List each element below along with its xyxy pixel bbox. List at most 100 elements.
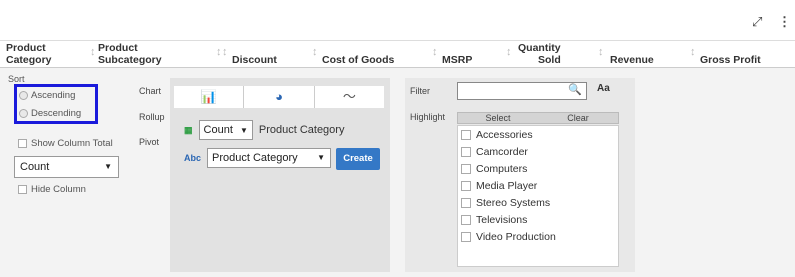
pie-chart-icon[interactable]: ◕	[244, 86, 315, 108]
aggregation-value: Count	[20, 161, 50, 173]
column-header-label: MSRP	[442, 54, 473, 66]
bar-chart-icon[interactable]: 📊	[174, 86, 245, 108]
measure-label: Product Category	[258, 124, 345, 136]
sort-arrows-icon[interactable]: ↕	[216, 47, 222, 58]
measure-select[interactable]: Count ▼	[198, 120, 253, 140]
descending-label: Descending	[31, 107, 82, 119]
match-case-icon[interactable]: Aa	[597, 83, 610, 94]
sort-arrows-icon[interactable]: ↕	[598, 47, 604, 58]
dimension-row: Abc Product Category ▼	[184, 148, 332, 168]
sort-ascending-option[interactable]: Ascending	[19, 88, 75, 102]
item-checkbox[interactable]	[461, 147, 471, 157]
chevron-down-icon: ▼	[317, 153, 326, 162]
ascending-label: Ascending	[31, 89, 76, 101]
column-header-revenue[interactable]: ↕ Revenue	[598, 41, 668, 69]
column-header-label: Discount	[232, 54, 277, 66]
dimension-value: Product Category	[212, 152, 298, 164]
column-header-label: Product	[6, 42, 46, 54]
filter-items-list: Accessories Camcorder Computers Media Pl…	[457, 125, 619, 267]
column-header-label: Subcategory	[98, 54, 162, 66]
item-checkbox[interactable]	[461, 198, 471, 208]
column-header-row: Product Category ↕ Product Subcategory ↕…	[0, 40, 795, 68]
item-label: Camcorder	[476, 146, 528, 158]
column-header-cost-of-goods[interactable]: ↕ Cost of Goods	[312, 41, 412, 69]
ascending-radio[interactable]	[19, 90, 28, 100]
column-header-label: Product	[98, 42, 138, 54]
sort-arrows-icon[interactable]: ↕	[690, 47, 696, 58]
sort-arrows-icon[interactable]: ↕	[222, 47, 228, 58]
hide-column-checkbox[interactable]	[18, 184, 27, 194]
show-column-total-checkbox[interactable]	[18, 138, 27, 148]
item-checkbox[interactable]	[461, 130, 471, 140]
descending-radio[interactable]	[19, 108, 28, 118]
column-options-panel	[0, 68, 795, 277]
list-item[interactable]: Camcorder	[461, 144, 528, 160]
show-column-total-label: Show Column Total	[31, 137, 113, 149]
show-column-total-option[interactable]: Show Column Total	[18, 136, 113, 150]
sort-arrows-icon[interactable]: ↕	[312, 47, 318, 58]
dimension-select[interactable]: Product Category ▼	[207, 148, 332, 168]
list-item[interactable]: Stereo Systems	[461, 195, 550, 211]
tab-pivot[interactable]: Pivot	[139, 137, 159, 147]
item-label: Televisions	[476, 214, 528, 226]
column-header-quantity-sold[interactable]: ↕ Quantity Sold	[506, 41, 576, 69]
line-chart-icon[interactable]: 〜	[315, 86, 384, 108]
clear-button[interactable]: Clear	[538, 113, 618, 123]
measure-value: Count	[203, 124, 233, 136]
tab-chart[interactable]: Chart	[139, 86, 161, 96]
column-header-gross-profit[interactable]: ↕ Gross Profit	[690, 41, 780, 69]
page: ⤢ ⋮ Product Category ↕ Product Subcatego…	[0, 0, 795, 277]
select-clear-bar: Select Clear	[457, 112, 619, 124]
column-header-label: Sold	[538, 54, 561, 66]
item-checkbox[interactable]	[461, 232, 471, 242]
sort-arrows-icon[interactable]: ↕	[90, 47, 96, 58]
aggregation-select[interactable]: Count ▼	[14, 156, 119, 178]
sort-descending-option[interactable]: Descending	[19, 106, 81, 120]
chart-config-panel: 📊 ◕ 〜 ▦ Count ▼ Product Category Abc Pro…	[170, 78, 390, 272]
measure-icon: ▦	[184, 124, 193, 135]
item-label: Computers	[476, 163, 528, 175]
column-header-discount[interactable]: ↕ Discount	[222, 41, 302, 69]
highlight-label: Highlight	[410, 112, 446, 122]
item-checkbox[interactable]	[461, 181, 471, 191]
item-label: Stereo Systems	[476, 197, 551, 209]
chevron-down-icon: ▼	[104, 162, 112, 171]
text-field-icon: Abc	[184, 153, 202, 163]
sort-options-highlight: Ascending Descending	[14, 84, 98, 124]
column-header-label: Revenue	[610, 54, 654, 66]
list-item[interactable]: Televisions	[461, 212, 527, 228]
sort-title: Sort	[8, 74, 25, 84]
sort-arrows-icon[interactable]: ↕	[432, 47, 438, 58]
search-icon[interactable]: 🔍	[568, 83, 582, 96]
more-vertical-icon[interactable]: ⋮	[778, 14, 791, 30]
column-header-label: Cost of Goods	[322, 54, 395, 66]
column-header-label: Category	[6, 54, 52, 66]
tab-rollup[interactable]: Rollup	[139, 112, 165, 122]
select-all-button[interactable]: Select	[458, 113, 538, 123]
column-header-msrp[interactable]: ↕ MSRP	[432, 41, 492, 69]
create-button[interactable]: Create	[336, 148, 380, 170]
item-checkbox[interactable]	[461, 164, 471, 174]
list-item[interactable]: Video Production	[461, 229, 556, 245]
list-item[interactable]: Media Player	[461, 178, 537, 194]
hide-column-option[interactable]: Hide Column	[18, 182, 86, 196]
expand-icon[interactable]: ⤢	[752, 14, 762, 30]
column-header-label: Quantity	[518, 42, 561, 54]
item-label: Media Player	[476, 180, 538, 192]
list-item[interactable]: Computers	[461, 161, 527, 177]
filter-panel: Filter 🔍 Aa Highlight Select Clear Acces…	[405, 78, 635, 272]
filter-input[interactable]: 🔍	[457, 82, 587, 100]
filter-label: Filter	[410, 86, 430, 96]
chart-type-selector: 📊 ◕ 〜	[174, 86, 384, 108]
item-label: Video Production	[476, 231, 556, 243]
chevron-down-icon: ▼	[239, 126, 248, 135]
item-checkbox[interactable]	[461, 215, 471, 225]
hide-column-label: Hide Column	[31, 183, 86, 195]
measure-row: ▦ Count ▼ Product Category	[184, 120, 344, 140]
column-header-label: Gross Profit	[700, 54, 761, 66]
top-toolbar: ⤢ ⋮	[0, 0, 795, 40]
item-label: Accessories	[476, 129, 533, 141]
column-header-product-subcategory[interactable]: Product Subcategory ↕	[98, 41, 222, 69]
list-item[interactable]: Accessories	[461, 127, 533, 143]
sort-arrows-icon[interactable]: ↕	[506, 47, 512, 58]
